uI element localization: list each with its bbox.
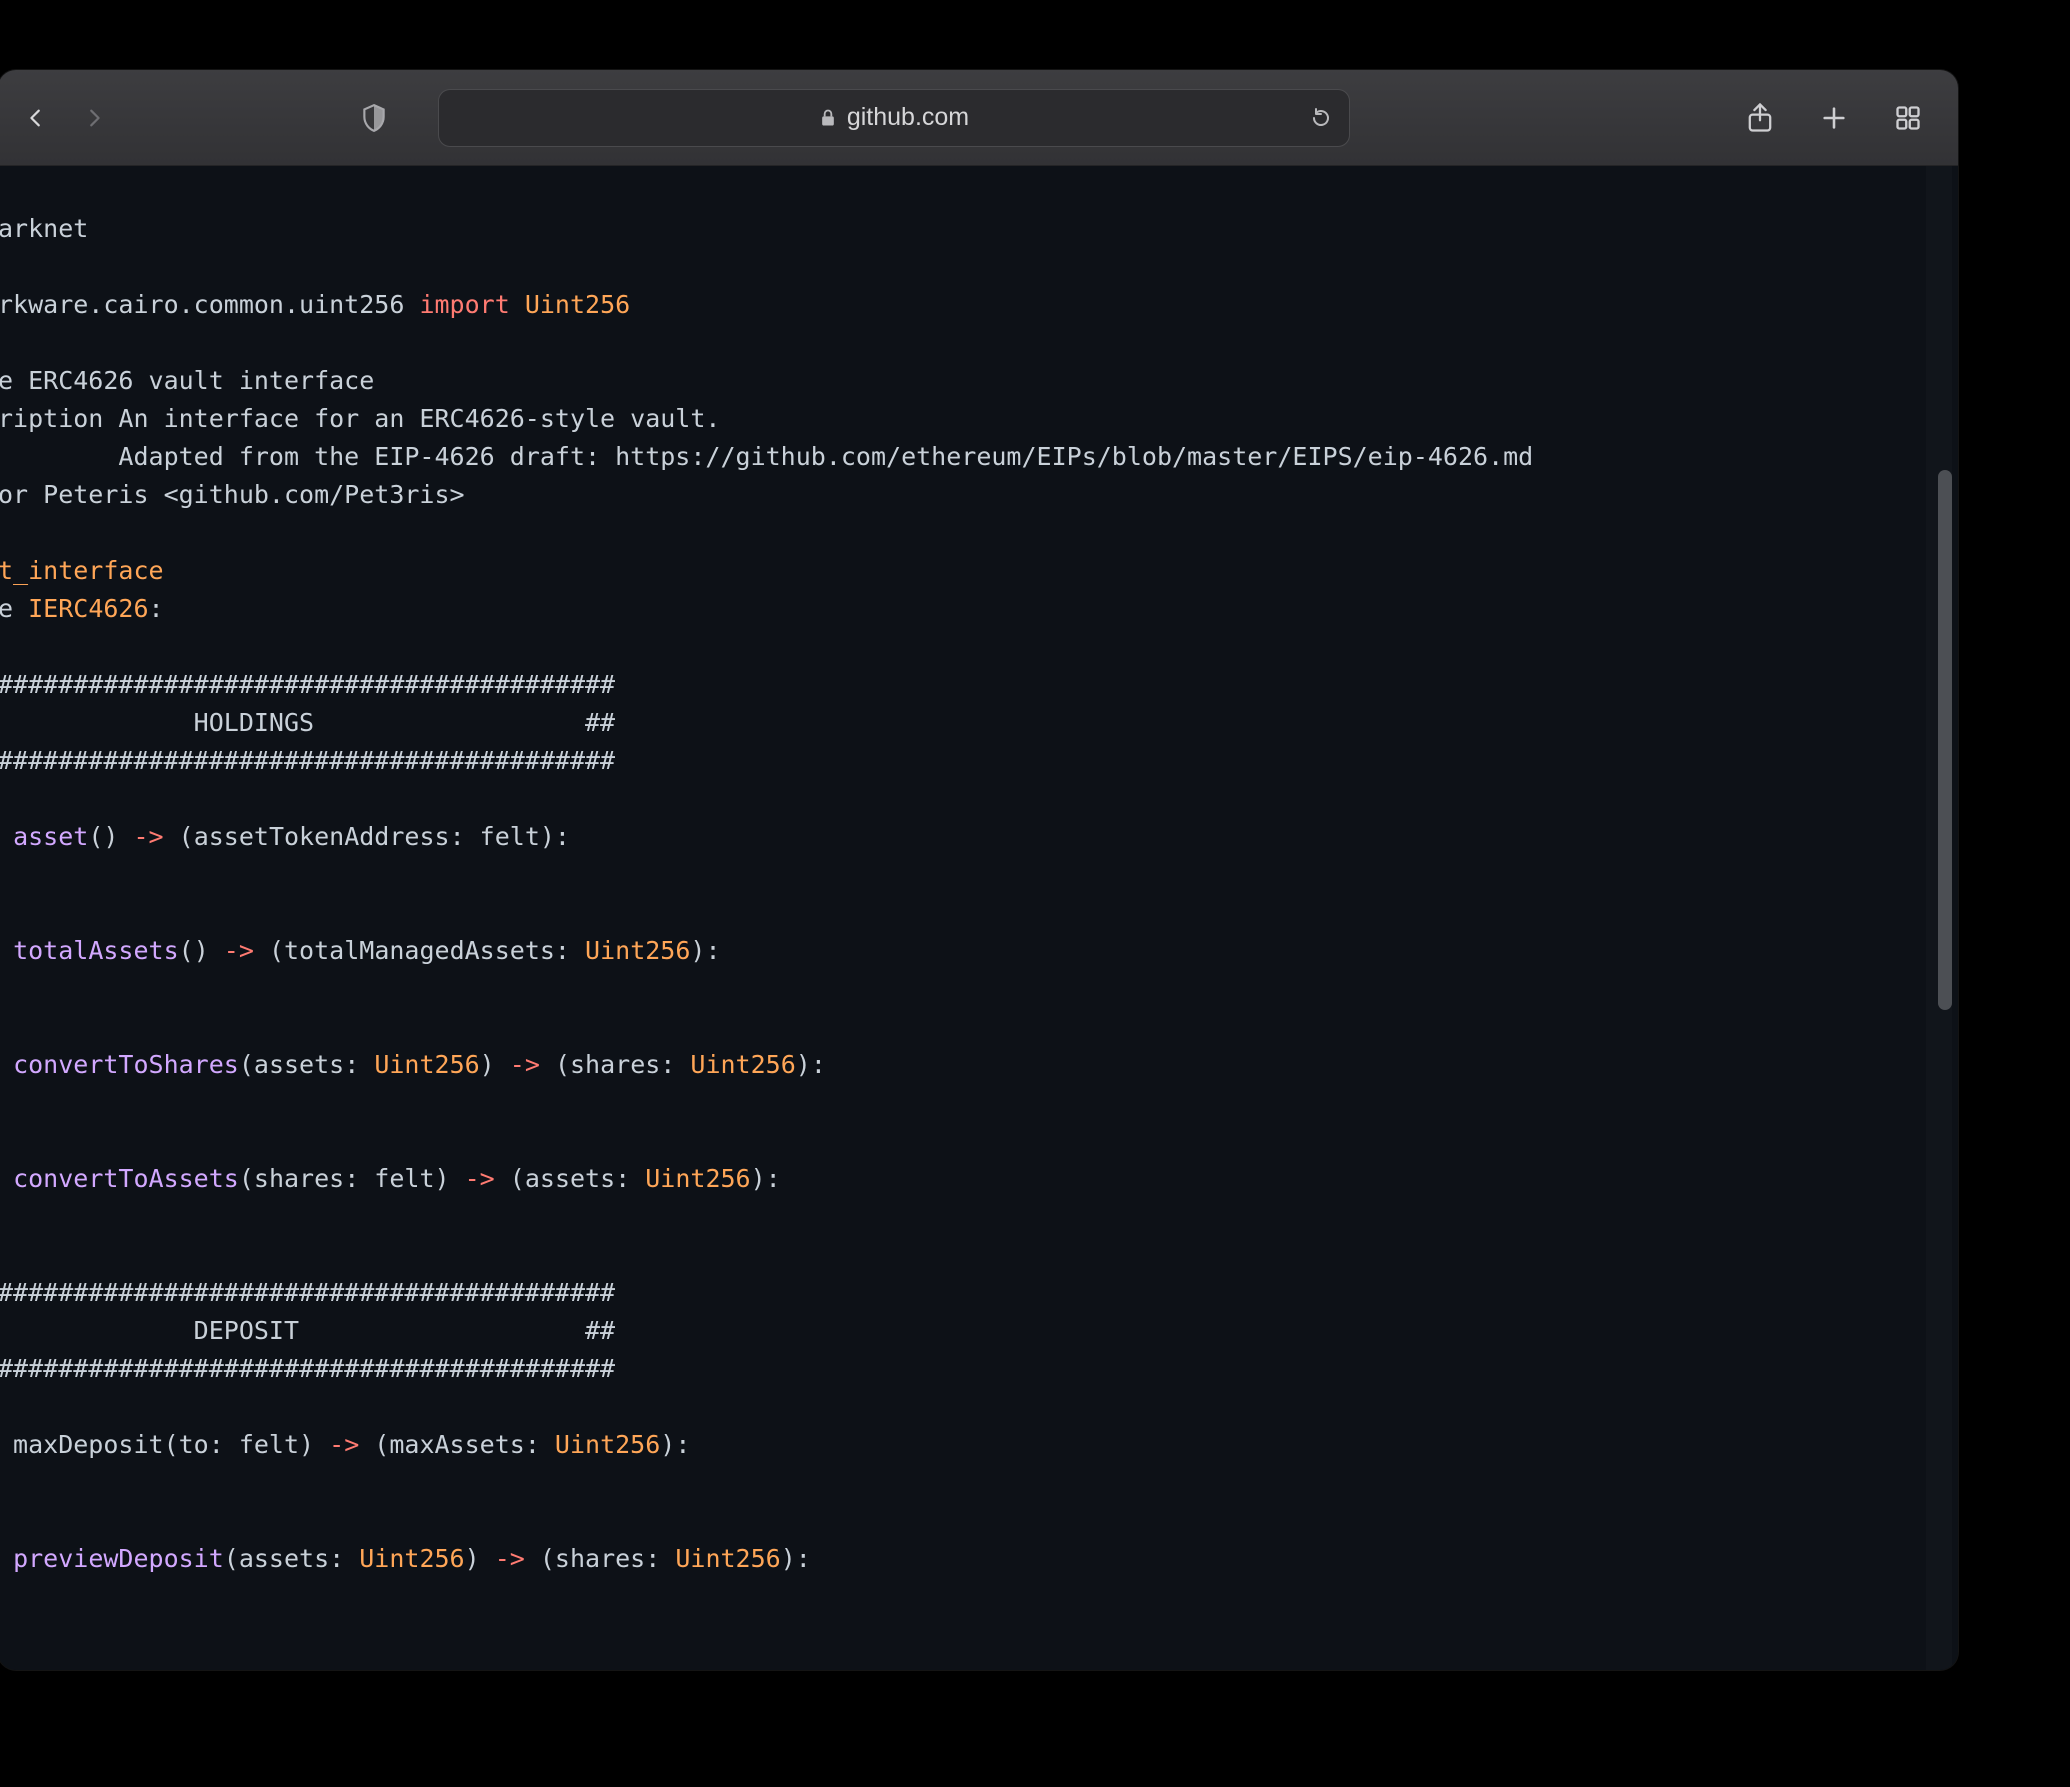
forward-button[interactable] xyxy=(74,98,114,138)
lock-icon xyxy=(819,108,837,128)
code-token: (assets: xyxy=(239,1050,374,1079)
code-token: (assets: xyxy=(224,1544,359,1573)
code-token: Uint256 xyxy=(525,290,630,319)
share-button[interactable] xyxy=(1740,98,1780,138)
code-token: () xyxy=(88,822,133,851)
code-token: e xyxy=(0,594,28,623)
code-token: (totalManagedAssets: xyxy=(254,936,585,965)
code-token: asset xyxy=(13,822,88,851)
code-token: -> xyxy=(224,936,254,965)
plus-icon xyxy=(1820,104,1848,132)
code-block: arknet rkware.cairo.common.uint256 impor… xyxy=(0,166,1868,1636)
code-token: ription An interface for an ERC4626-styl… xyxy=(0,404,720,433)
toolbar-right-actions xyxy=(1740,98,1928,138)
code-token: (assets: xyxy=(495,1164,646,1193)
address-bar[interactable]: github.com xyxy=(438,89,1350,147)
code-token: -> xyxy=(510,1050,540,1079)
code-token: ########################################… xyxy=(0,670,615,699)
code-token: previewDeposit xyxy=(13,1544,224,1573)
chevron-left-icon xyxy=(25,102,47,134)
code-token: -> xyxy=(465,1164,495,1193)
code-token: rkware.cairo.common.uint256 xyxy=(0,290,419,319)
code-token: ########################################… xyxy=(0,1278,615,1307)
code-token: ): xyxy=(660,1430,690,1459)
browser-toolbar: github.com xyxy=(0,70,1958,166)
code-token xyxy=(510,290,525,319)
address-text: github.com xyxy=(847,103,969,132)
code-token xyxy=(0,936,13,965)
code-token: ): xyxy=(781,1544,811,1573)
code-token: -> xyxy=(133,822,163,851)
code-token: () xyxy=(179,936,224,965)
code-token: or Peteris <github.com/Pet3ris> xyxy=(0,480,465,509)
page-content[interactable]: arknet rkware.cairo.common.uint256 impor… xyxy=(0,166,1958,1670)
browser-window: github.com xyxy=(0,70,1958,1670)
code-token xyxy=(0,822,13,851)
new-tab-button[interactable] xyxy=(1814,98,1854,138)
code-token: Uint256 xyxy=(374,1050,479,1079)
code-token xyxy=(0,1544,13,1573)
code-token: ): xyxy=(690,936,720,965)
code-token: (maxAssets: xyxy=(359,1430,555,1459)
code-token: Uint256 xyxy=(555,1430,660,1459)
code-token: DEPOSIT ## xyxy=(0,1316,615,1345)
code-token: HOLDINGS ## xyxy=(0,708,615,737)
code-token: ): xyxy=(751,1164,781,1193)
address-content: github.com xyxy=(819,103,969,132)
code-token: (assetTokenAddress: felt): xyxy=(164,822,570,851)
code-token: -> xyxy=(495,1544,525,1573)
code-token: (shares: felt) xyxy=(239,1164,465,1193)
code-token: import xyxy=(419,290,509,319)
code-token: Uint256 xyxy=(675,1544,780,1573)
nav-group xyxy=(16,98,114,138)
code-token xyxy=(0,1164,13,1193)
grid-icon xyxy=(1894,104,1922,132)
code-token: convertToShares xyxy=(13,1050,239,1079)
code-token: ): xyxy=(796,1050,826,1079)
code-token: Uint256 xyxy=(359,1544,464,1573)
code-token: -> xyxy=(329,1430,359,1459)
code-token: maxDeposit(to: felt) xyxy=(0,1430,329,1459)
code-token: Adapted from the EIP-4626 draft: https:/… xyxy=(0,442,1533,471)
code-viewer[interactable]: arknet rkware.cairo.common.uint256 impor… xyxy=(0,166,1868,1636)
chevron-right-icon xyxy=(83,102,105,134)
code-token: ########################################… xyxy=(0,746,615,775)
code-token: IERC4626 xyxy=(28,594,148,623)
code-token: convertToAssets xyxy=(13,1164,239,1193)
code-token: arknet xyxy=(0,214,88,243)
share-icon xyxy=(1745,101,1775,135)
code-token: (shares: xyxy=(540,1050,691,1079)
vertical-scrollbar-thumb[interactable] xyxy=(1938,470,1952,1010)
code-token: Uint256 xyxy=(690,1050,795,1079)
code-token: : xyxy=(149,594,164,623)
shield-icon xyxy=(361,103,387,133)
code-token: Uint256 xyxy=(585,936,690,965)
reload-icon xyxy=(1309,104,1333,132)
code-token: ) xyxy=(465,1544,495,1573)
code-token: t_interface xyxy=(0,556,164,585)
code-token: totalAssets xyxy=(13,936,179,965)
code-token: Uint256 xyxy=(645,1164,750,1193)
code-token xyxy=(0,1050,13,1079)
code-token: ) xyxy=(480,1050,510,1079)
back-button[interactable] xyxy=(16,98,56,138)
privacy-shield-button[interactable] xyxy=(354,98,394,138)
tab-overview-button[interactable] xyxy=(1888,98,1928,138)
reload-button[interactable] xyxy=(1309,104,1333,132)
code-token: (shares: xyxy=(525,1544,676,1573)
code-token: ########################################… xyxy=(0,1354,615,1383)
code-token: e ERC4626 vault interface xyxy=(0,366,374,395)
